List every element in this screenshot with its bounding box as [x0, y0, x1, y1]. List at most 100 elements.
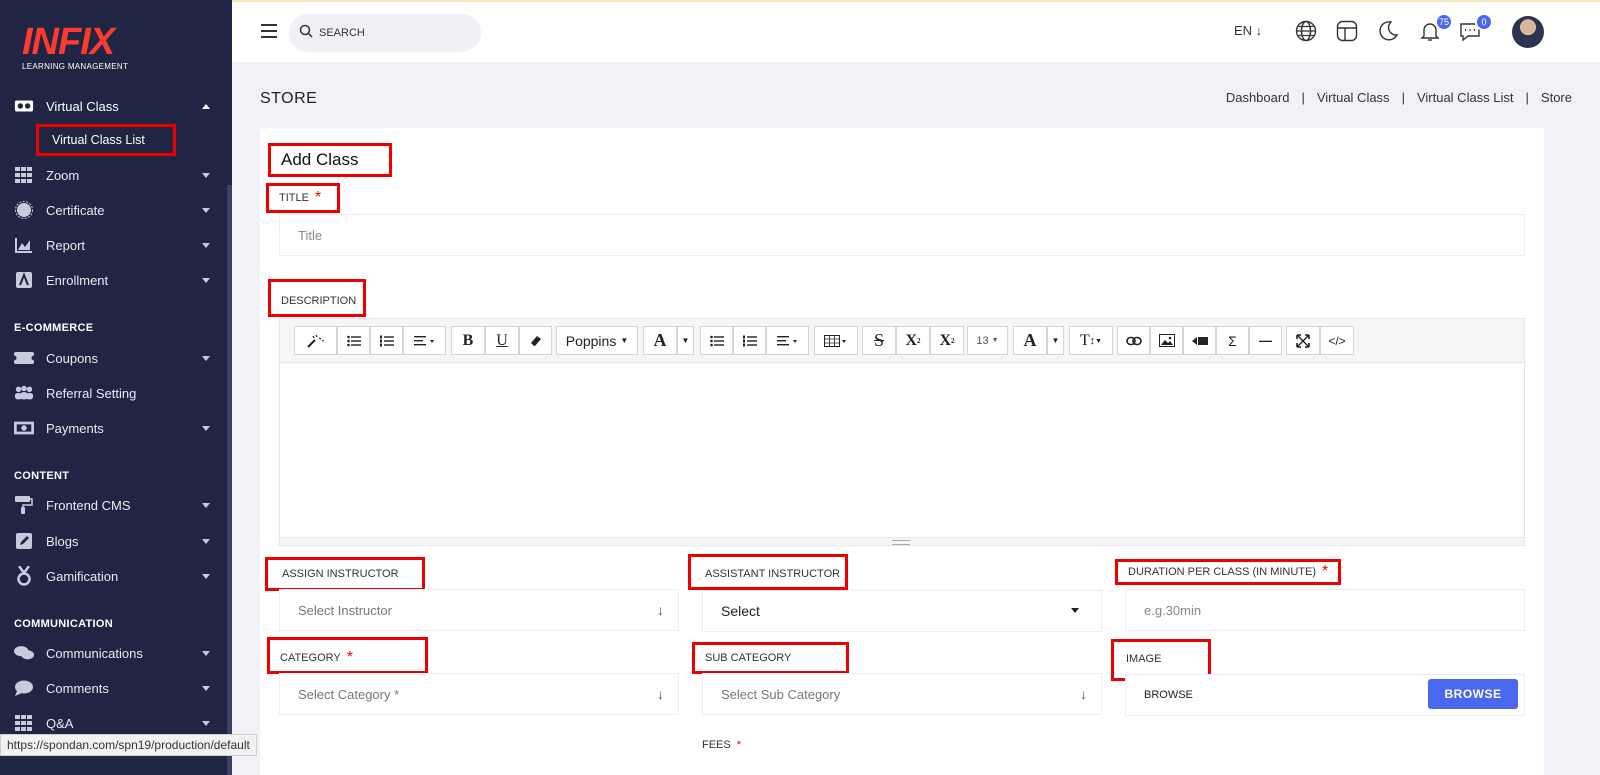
logo[interactable]: INFIX LEARNING MANAGEMENT	[22, 22, 128, 71]
image-icon[interactable]	[1150, 326, 1183, 355]
sidebar-item-enrollment[interactable]: Enrollment	[0, 265, 232, 295]
table-icon[interactable]	[814, 326, 858, 355]
sidebar-item-zoom[interactable]: Zoom	[0, 160, 232, 190]
sidebar-item-payments[interactable]: Payments	[0, 413, 232, 443]
horizontal-rule-button[interactable]: —	[1249, 326, 1282, 355]
sidebar-subitem-virtual-class-list[interactable]: Virtual Class List	[36, 124, 176, 156]
chevron-down-icon	[202, 172, 210, 178]
sidebar-item-label: Zoom	[46, 167, 80, 183]
eraser-icon[interactable]	[519, 326, 552, 355]
sidebar-item-label: Referral Setting	[46, 385, 137, 401]
language-selector[interactable]: EN ↓	[1234, 23, 1262, 38]
sidebar-scrollbar[interactable]	[227, 185, 232, 775]
sidebar-item-gamification[interactable]: Gamification	[0, 561, 232, 591]
search-input[interactable]	[319, 27, 469, 39]
chat-icon	[14, 643, 34, 663]
title-field[interactable]	[279, 214, 1525, 256]
duration-field[interactable]	[1125, 589, 1525, 631]
layout-icon[interactable]	[1336, 20, 1360, 44]
fullscreen-icon[interactable]	[1286, 326, 1320, 355]
chevron-down-icon	[202, 650, 210, 656]
fees-label: FEES *	[702, 739, 741, 751]
editor-toolbar: B U Poppins ▼ A ▼ S X2 X2 13 ▼ A ▼ T ↕ ▼…	[280, 319, 1524, 363]
avatar[interactable]	[1512, 16, 1544, 48]
underline-button[interactable]: U	[485, 326, 519, 355]
breadcrumb-store[interactable]: Store	[1541, 90, 1572, 105]
page-title: STORE	[260, 90, 318, 107]
strikethrough-button[interactable]: S	[862, 326, 896, 355]
duration-input[interactable]	[1144, 602, 1524, 618]
category-label-box: CATEGORY *	[267, 637, 428, 674]
superscript-button[interactable]: X2	[896, 326, 930, 355]
users-icon	[14, 383, 34, 403]
section-ecommerce: E-COMMERCE	[14, 322, 94, 334]
duration-label-box: DURATION PER CLASS (IN MINUTE) *	[1115, 559, 1341, 585]
highlight-color-caret-icon[interactable]: ▼	[1047, 326, 1064, 355]
numbered-list-icon[interactable]	[733, 326, 766, 355]
align-dropdown-icon[interactable]	[766, 326, 809, 355]
sidebar: INFIX LEARNING MANAGEMENT Virtual Class …	[0, 0, 232, 775]
message-icon[interactable]: 0	[1459, 13, 1493, 44]
editor-resize-handle[interactable]	[280, 537, 1524, 545]
sidebar-item-blogs[interactable]: Blogs	[0, 526, 232, 556]
duration-label: DURATION PER CLASS (IN MINUTE)	[1128, 566, 1317, 578]
chevron-down-icon	[202, 355, 210, 361]
font-family-dropdown[interactable]: Poppins ▼	[556, 326, 638, 355]
assign-instructor-select[interactable]: Select Instructor ↓	[279, 589, 679, 631]
sub-category-select[interactable]: Select Sub Category ↓	[702, 673, 1102, 715]
sidebar-item-frontend-cms[interactable]: Frontend CMS	[0, 490, 232, 520]
sidebar-item-label: Comments	[46, 680, 109, 696]
notification-bell-icon[interactable]: 75	[1419, 13, 1453, 44]
line-height-dropdown[interactable]: T ↕ ▼	[1069, 326, 1113, 355]
dark-mode-icon[interactable]	[1377, 20, 1401, 44]
globe-icon[interactable]	[1295, 20, 1319, 44]
category-select[interactable]: Select Category * ↓	[279, 673, 679, 715]
menu-icon[interactable]	[261, 24, 277, 38]
paragraph-align-icon[interactable]	[403, 326, 446, 355]
sidebar-item-virtual-class[interactable]: Virtual Class	[0, 91, 232, 121]
title-input[interactable]	[298, 227, 1524, 243]
search-icon	[299, 24, 313, 43]
card-title: Add Class	[281, 150, 359, 169]
image-file-name: BROWSE	[1144, 689, 1193, 701]
grid-icon	[14, 713, 34, 733]
sidebar-item-comments[interactable]: Comments	[0, 673, 232, 703]
required-mark: *	[346, 648, 353, 666]
link-icon[interactable]	[1117, 326, 1150, 355]
sigma-button[interactable]: Σ	[1216, 326, 1249, 355]
sidebar-item-report[interactable]: Report	[0, 230, 232, 260]
subscript-button[interactable]: X2	[930, 326, 964, 355]
video-icon[interactable]	[1183, 326, 1216, 355]
breadcrumb-dashboard[interactable]: Dashboard	[1226, 90, 1290, 105]
assistant-instructor-select[interactable]: Select	[702, 590, 1102, 632]
sidebar-item-certificate[interactable]: Certificate	[0, 195, 232, 225]
numbered-list-icon[interactable]	[370, 326, 403, 355]
editor-content-area[interactable]	[280, 363, 1524, 539]
arrow-down-icon: ↓	[657, 602, 664, 618]
breadcrumb-virtual-class-list[interactable]: Virtual Class List	[1417, 90, 1514, 105]
breadcrumb-virtual-class[interactable]: Virtual Class	[1317, 90, 1390, 105]
font-size-dropdown[interactable]: 13 ▼	[967, 326, 1008, 355]
magic-wand-icon[interactable]	[294, 326, 337, 355]
font-color-button[interactable]: A	[643, 326, 677, 355]
code-view-button[interactable]: </>	[1320, 326, 1354, 355]
bullet-list-icon[interactable]	[337, 326, 370, 355]
font-size-value: 13	[976, 334, 989, 347]
sidebar-item-communications[interactable]: Communications	[0, 638, 232, 668]
chevron-down-icon	[202, 573, 210, 579]
search-box[interactable]	[289, 14, 481, 52]
image-label: IMAGE	[1126, 652, 1162, 665]
section-communication: COMMUNICATION	[14, 618, 114, 630]
paint-roller-icon	[14, 495, 34, 515]
title-label: TITLE	[279, 192, 309, 204]
caret-down-icon: ▼	[620, 336, 629, 345]
caret-down-icon	[1071, 608, 1079, 613]
sidebar-item-referral-setting[interactable]: Referral Setting	[0, 378, 232, 408]
highlight-color-button[interactable]: A	[1013, 326, 1047, 355]
bullet-list-icon[interactable]	[700, 326, 733, 355]
sidebar-item-coupons[interactable]: Coupons	[0, 343, 232, 373]
assistant-instructor-label: ASSISTANT INSTRUCTOR	[705, 568, 841, 580]
font-color-caret-icon[interactable]: ▼	[677, 326, 694, 355]
bold-button[interactable]: B	[451, 326, 485, 355]
browse-button[interactable]: BROWSE	[1428, 679, 1518, 709]
